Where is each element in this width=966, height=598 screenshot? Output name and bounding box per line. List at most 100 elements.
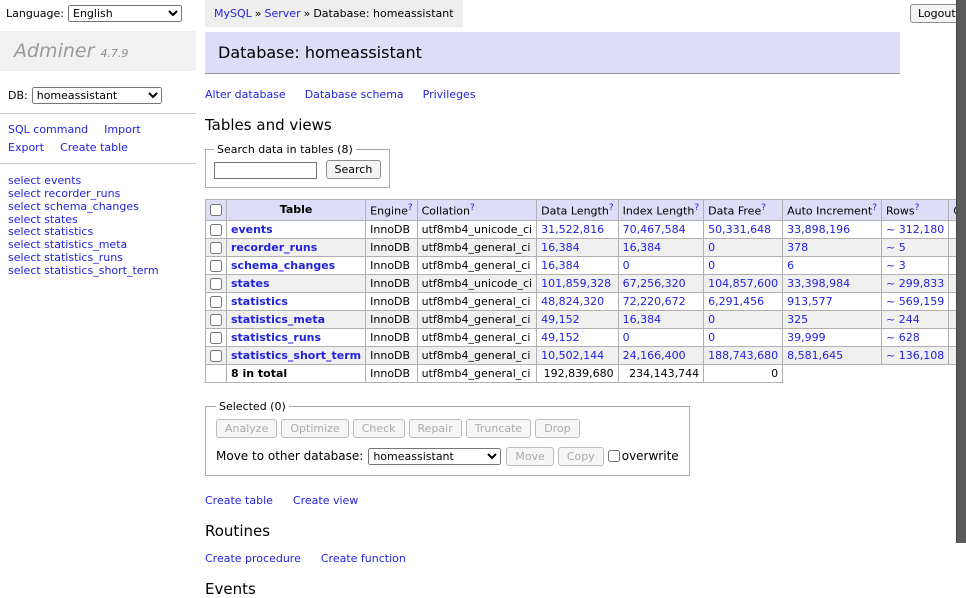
move-button[interactable]: Move [506, 447, 554, 466]
search-button[interactable]: Search [326, 160, 382, 179]
help-link[interactable]: ? [872, 203, 877, 213]
sidebar-export-link[interactable]: Export [8, 141, 44, 154]
cell-rows: ~ 3 [882, 256, 949, 274]
cell-rows: ~ 299,833 [882, 274, 949, 292]
row-checkbox[interactable] [210, 242, 222, 254]
cell-data-length: 16,384 [537, 256, 618, 274]
help-link[interactable]: ? [694, 203, 699, 213]
total-data-length: 192,839,680 [537, 364, 618, 382]
tables-and-views-heading: Tables and views [205, 116, 905, 134]
row-checkbox[interactable] [210, 332, 222, 344]
search-legend: Search data in tables (8) [214, 143, 356, 156]
check-button[interactable]: Check [353, 419, 405, 438]
cell-data-free: 6,291,456 [704, 292, 783, 310]
page-title: Database: homeassistant [205, 32, 900, 74]
move-label: Move to other database: [216, 449, 363, 463]
row-checkbox[interactable] [210, 278, 222, 290]
privileges-link[interactable]: Privileges [423, 88, 476, 101]
sidebar-item-select-schema-changes[interactable]: select schema_changes [8, 201, 196, 214]
table-header-row: Table Engine? Collation? Data Length? In… [206, 200, 966, 221]
sidebar-create-table-link[interactable]: Create table [60, 141, 128, 154]
cell-collation: utf8mb4_general_ci [417, 256, 536, 274]
sidebar-import-link[interactable]: Import [104, 123, 141, 136]
create-procedure-link[interactable]: Create procedure [205, 552, 301, 565]
cell-collation: utf8mb4_general_ci [417, 328, 536, 346]
sidebar-item-select-statistics-short-term[interactable]: select statistics_short_term [8, 265, 196, 278]
database-schema-link[interactable]: Database schema [305, 88, 404, 101]
language-select[interactable]: English [68, 5, 182, 22]
help-link[interactable]: ? [470, 203, 475, 213]
cell-data-free: 0 [704, 310, 783, 328]
table-link[interactable]: events [231, 223, 273, 236]
sidebar-table-links: select events select recorder_runs selec… [8, 175, 196, 277]
row-checkbox[interactable] [210, 224, 222, 236]
cell-data-free: 50,331,648 [704, 220, 783, 238]
row-checkbox[interactable] [210, 260, 222, 272]
help-link[interactable]: ? [408, 203, 413, 213]
alter-database-link[interactable]: Alter database [205, 88, 286, 101]
cell-index-length: 24,166,400 [618, 346, 704, 364]
drop-button[interactable]: Drop [535, 419, 579, 438]
overwrite-checkbox[interactable] [608, 450, 620, 462]
language-row: Language:English [6, 5, 196, 22]
selected-fieldset: Selected (0) AnalyzeOptimizeCheckRepairT… [205, 400, 690, 476]
sidebar-item-select-recorder-runs[interactable]: select recorder_runs [8, 188, 196, 201]
row-checkbox[interactable] [210, 350, 222, 362]
help-link[interactable]: ? [915, 203, 920, 213]
help-link[interactable]: ? [609, 203, 614, 213]
copy-button[interactable]: Copy [558, 447, 604, 466]
breadcrumb-mysql-link[interactable]: MySQL [214, 7, 252, 20]
cell-index-length: 16,384 [618, 310, 704, 328]
sidebar-sql-command-link[interactable]: SQL command [8, 123, 88, 136]
total-collation: utf8mb4_general_ci [417, 364, 536, 382]
optimize-button[interactable]: Optimize [281, 419, 348, 438]
cell-engine: InnoDB [366, 256, 417, 274]
cell-auto-increment: 913,577 [783, 292, 882, 310]
table-link[interactable]: states [231, 277, 270, 290]
row-checkbox[interactable] [210, 296, 222, 308]
cell-data-length: 48,824,320 [537, 292, 618, 310]
cell-data-free: 188,743,680 [704, 346, 783, 364]
cell-auto-increment: 378 [783, 238, 882, 256]
create-table-link[interactable]: Create table [205, 494, 273, 507]
table-link[interactable]: schema_changes [231, 259, 335, 272]
cell-index-length: 0 [618, 328, 704, 346]
cell-engine: InnoDB [366, 238, 417, 256]
cell-rows: ~ 244 [882, 310, 949, 328]
truncate-button[interactable]: Truncate [466, 419, 531, 438]
cell-data-length: 10,502,144 [537, 346, 618, 364]
create-view-link[interactable]: Create view [293, 494, 358, 507]
table-link[interactable]: statistics [231, 295, 288, 308]
cell-rows: ~ 312,180 [882, 220, 949, 238]
table-row-recorder-runs: recorder_runs InnoDB utf8mb4_general_ci … [206, 238, 966, 256]
table-link[interactable]: recorder_runs [231, 241, 317, 254]
analyze-button[interactable]: Analyze [216, 419, 277, 438]
db-select[interactable]: homeassistant [32, 87, 162, 104]
create-function-link[interactable]: Create function [321, 552, 406, 565]
table-link[interactable]: statistics_runs [231, 331, 321, 344]
cell-data-free: 104,857,600 [704, 274, 783, 292]
cell-auto-increment: 325 [783, 310, 882, 328]
breadcrumb-server-link[interactable]: Server [265, 7, 301, 20]
main-content: MySQL»Server»Database: homeassistant Dat… [205, 0, 905, 598]
adminer-logo: Adminer 4.7.9 [0, 31, 196, 71]
row-checkbox[interactable] [210, 314, 222, 326]
overwrite-option[interactable]: overwrite [608, 449, 679, 463]
move-database-select[interactable]: homeassistant [368, 448, 501, 465]
sidebar-item-select-statistics-runs[interactable]: select statistics_runs [8, 252, 196, 265]
column-header-collation: Collation? [417, 200, 536, 221]
cell-collation: utf8mb4_general_ci [417, 238, 536, 256]
table-link[interactable]: statistics_short_term [231, 349, 361, 362]
cell-data-length: 49,152 [537, 310, 618, 328]
vertical-scrollbar[interactable] [956, 0, 966, 543]
cell-data-free: 0 [704, 238, 783, 256]
tables-list-table: Table Engine? Collation? Data Length? In… [205, 199, 966, 383]
select-all-checkbox[interactable] [210, 204, 222, 216]
cell-index-length: 72,220,672 [618, 292, 704, 310]
help-link[interactable]: ? [761, 203, 766, 213]
table-link[interactable]: statistics_meta [231, 313, 325, 326]
cell-engine: InnoDB [366, 220, 417, 238]
search-input[interactable] [214, 162, 317, 179]
repair-button[interactable]: Repair [409, 419, 462, 438]
cell-index-length: 67,256,320 [618, 274, 704, 292]
